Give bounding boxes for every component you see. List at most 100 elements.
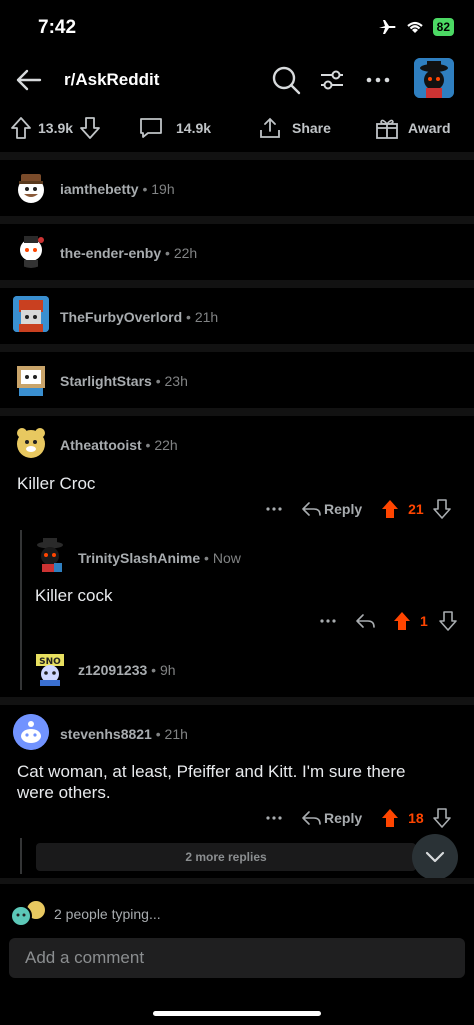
divider bbox=[0, 152, 474, 160]
downvote-icon[interactable] bbox=[432, 498, 452, 520]
chevron-down-icon bbox=[425, 851, 445, 863]
upvote-active-icon[interactable] bbox=[392, 610, 412, 632]
downvote-icon[interactable] bbox=[79, 116, 101, 140]
divider bbox=[0, 408, 474, 416]
username-text[interactable]: z12091233 bbox=[78, 662, 147, 678]
more-options-icon[interactable] bbox=[264, 808, 284, 828]
more-options-icon[interactable] bbox=[364, 66, 392, 94]
collapsed-comment[interactable]: StarlightStars • 23h bbox=[0, 352, 474, 408]
comment-age: 22h bbox=[173, 245, 198, 261]
avatar[interactable] bbox=[13, 296, 49, 332]
status-time: 7:42 bbox=[38, 17, 77, 38]
comment-vote-count: 18 bbox=[408, 810, 424, 826]
share-button[interactable]: Share bbox=[258, 116, 331, 140]
avatar[interactable] bbox=[13, 424, 49, 460]
award-button[interactable]: Award bbox=[374, 116, 451, 140]
post-comments-button[interactable]: 14.9k bbox=[138, 116, 211, 140]
reply-icon[interactable] bbox=[300, 499, 322, 519]
airplane-icon bbox=[378, 20, 396, 34]
reply-button[interactable]: Reply bbox=[324, 501, 362, 517]
comment-action-row: 1 bbox=[318, 610, 458, 632]
post-vote-group: 13.9k bbox=[10, 116, 101, 140]
comment-username[interactable]: the-ender-enby • 22h bbox=[60, 245, 197, 261]
comment-username[interactable]: iamthebetty • 19h bbox=[60, 181, 175, 197]
user-avatar[interactable] bbox=[414, 58, 454, 98]
collapsed-comment[interactable]: TheFurbyOverlord • 21h bbox=[0, 288, 474, 344]
comment-age: 23h bbox=[164, 373, 188, 389]
post-action-bar: 13.9k 14.9k Share Award bbox=[0, 110, 474, 150]
divider bbox=[0, 878, 474, 884]
reply-icon[interactable] bbox=[354, 611, 376, 631]
comment-age: 9h bbox=[159, 662, 176, 678]
avatar[interactable] bbox=[13, 360, 49, 396]
subreddit-title[interactable]: r/AskReddit bbox=[64, 70, 159, 90]
comment-vote-count: 21 bbox=[408, 501, 424, 517]
comment-bubble-icon bbox=[140, 118, 162, 138]
next-comment-button[interactable] bbox=[412, 834, 458, 880]
comment-body-line: Cat woman, at least, Pfeiffer and Kitt. … bbox=[17, 762, 406, 781]
more-options-icon[interactable] bbox=[264, 499, 284, 519]
typing-text: 2 people typing... bbox=[54, 906, 161, 922]
add-comment-input[interactable]: Add a comment bbox=[9, 938, 465, 978]
avatar[interactable] bbox=[13, 232, 49, 268]
downvote-icon[interactable] bbox=[438, 610, 458, 632]
comment-placeholder: Add a comment bbox=[25, 948, 145, 967]
comment-body: Killer cock bbox=[35, 586, 113, 605]
username-text[interactable]: the-ender-enby bbox=[60, 245, 161, 261]
comment-body-line: were others. bbox=[17, 783, 111, 802]
reply-icon[interactable] bbox=[300, 808, 322, 828]
comment-username[interactable]: z12091233 • 9h bbox=[78, 662, 176, 678]
reply-button[interactable]: Reply bbox=[324, 810, 362, 826]
sort-filter-icon[interactable] bbox=[318, 66, 346, 94]
status-icons: 82 bbox=[377, 18, 454, 36]
upvote-icon[interactable] bbox=[10, 116, 32, 140]
downvote-icon[interactable] bbox=[432, 807, 452, 829]
comment-vote-count: 1 bbox=[420, 613, 428, 629]
avatar[interactable] bbox=[32, 536, 68, 572]
post-comment-count: 14.9k bbox=[176, 120, 212, 136]
username-text[interactable]: stevenhs8821 bbox=[60, 726, 152, 742]
thread-line[interactable] bbox=[20, 530, 22, 690]
comment-age: 21h bbox=[164, 726, 188, 742]
comment-username[interactable]: stevenhs8821 • 21h bbox=[60, 726, 188, 742]
home-indicator bbox=[153, 1011, 321, 1016]
share-icon bbox=[260, 117, 280, 138]
upvote-active-icon[interactable] bbox=[380, 498, 400, 520]
comment-username[interactable]: Atheattooist • 22h bbox=[60, 437, 178, 453]
comment-username[interactable]: StarlightStars • 23h bbox=[60, 373, 188, 389]
username-text[interactable]: Atheattooist bbox=[60, 437, 142, 453]
top-navigation-bar: r/AskReddit bbox=[0, 56, 474, 106]
share-label: Share bbox=[292, 120, 331, 136]
search-icon[interactable] bbox=[270, 64, 302, 96]
thread-line[interactable] bbox=[20, 838, 22, 874]
post-vote-count: 13.9k bbox=[38, 120, 74, 136]
comment-body: Killer Croc bbox=[17, 474, 96, 493]
comment-age: 19h bbox=[151, 181, 175, 197]
status-bar: 7:42 82 bbox=[0, 0, 474, 56]
username-text[interactable]: TheFurbyOverlord bbox=[60, 309, 182, 325]
comment-action-row: Reply 21 bbox=[264, 498, 452, 520]
battery-indicator: 82 bbox=[432, 18, 454, 36]
comment-action-row: Reply 18 bbox=[264, 807, 452, 829]
comment-age: Now bbox=[212, 550, 241, 566]
collapsed-comment[interactable]: iamthebetty • 19h bbox=[0, 160, 474, 216]
more-replies-button[interactable]: 2 more replies bbox=[36, 843, 416, 871]
username-text[interactable]: iamthebetty bbox=[60, 181, 139, 197]
upvote-active-icon[interactable] bbox=[380, 807, 400, 829]
avatar[interactable] bbox=[13, 170, 49, 206]
more-options-icon[interactable] bbox=[318, 611, 338, 631]
avatar[interactable] bbox=[13, 714, 49, 750]
divider bbox=[0, 697, 474, 705]
avatar[interactable]: SNO bbox=[32, 650, 68, 686]
back-arrow-icon[interactable] bbox=[12, 64, 44, 96]
comment-username[interactable]: TheFurbyOverlord • 21h bbox=[60, 309, 218, 325]
award-gift-icon bbox=[376, 119, 398, 139]
comment-age: 22h bbox=[154, 437, 178, 453]
comment-username[interactable]: TrinitySlashAnime • Now bbox=[78, 550, 241, 566]
username-text[interactable]: TrinitySlashAnime bbox=[78, 550, 200, 566]
divider bbox=[0, 344, 474, 352]
comment-age: 21h bbox=[194, 309, 219, 325]
username-text[interactable]: StarlightStars bbox=[60, 373, 152, 389]
collapsed-comment[interactable]: the-ender-enby • 22h bbox=[0, 224, 474, 280]
award-label: Award bbox=[408, 120, 451, 136]
